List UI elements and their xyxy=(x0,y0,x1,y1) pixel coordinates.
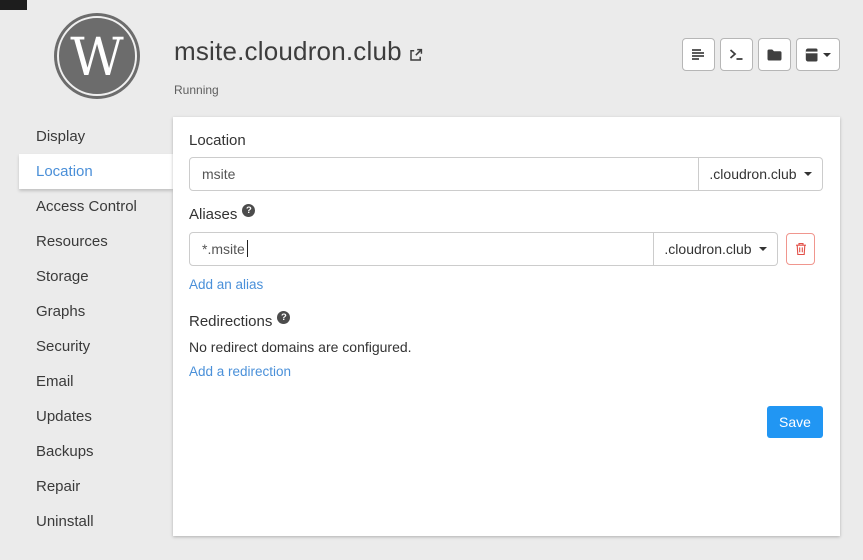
sidebar-item-label: Resources xyxy=(36,233,108,250)
trash-icon xyxy=(795,242,807,256)
redirections-label-text: Redirections xyxy=(189,313,272,330)
sidebar-item-repair[interactable]: Repair xyxy=(0,469,173,504)
location-domain-dropdown[interactable]: .cloudron.club xyxy=(699,157,823,191)
sidebar-item-display[interactable]: Display xyxy=(0,119,173,154)
sidebar-item-label: Backups xyxy=(36,443,94,460)
redirections-help-icon[interactable]: ? xyxy=(277,311,290,324)
sidebar-item-label: Storage xyxy=(36,268,89,285)
redirections-label: Redirections ? xyxy=(189,313,823,330)
alias-domain-value: .cloudron.club xyxy=(664,241,751,257)
terminal-icon xyxy=(729,48,744,61)
folder-icon xyxy=(767,49,782,61)
chevron-down-icon xyxy=(804,172,812,180)
sidebar-item-graphs[interactable]: Graphs xyxy=(0,294,173,329)
add-redirection-link[interactable]: Add a redirection xyxy=(189,364,291,379)
wordpress-icon: W xyxy=(53,12,141,100)
alias-input[interactable] xyxy=(189,232,654,266)
app-domain-title: msite.cloudron.club xyxy=(174,36,402,67)
sidebar-item-email[interactable]: Email xyxy=(0,364,173,399)
sidebar-item-backups[interactable]: Backups xyxy=(0,434,173,469)
alias-domain-dropdown[interactable]: .cloudron.club xyxy=(654,232,778,266)
sidebar-item-updates[interactable]: Updates xyxy=(0,399,173,434)
sidebar-item-resources[interactable]: Resources xyxy=(0,224,173,259)
aliases-label: Aliases ? xyxy=(189,206,823,223)
save-button[interactable]: Save xyxy=(767,406,823,438)
header-toolbar xyxy=(682,38,840,71)
file-manager-button[interactable] xyxy=(758,38,791,71)
save-row: Save xyxy=(189,406,823,438)
location-input-group: .cloudron.club xyxy=(189,157,823,191)
sidebar-item-label: Security xyxy=(36,338,90,355)
location-label-text: Location xyxy=(189,132,246,149)
alias-row: .cloudron.club xyxy=(189,232,823,266)
app-menu-button[interactable] xyxy=(796,38,840,71)
navbar-edge xyxy=(0,0,27,10)
logs-button[interactable] xyxy=(682,38,715,71)
sidebar-item-label: Access Control xyxy=(36,198,137,215)
aliases-help-icon[interactable]: ? xyxy=(242,204,255,217)
chevron-down-icon xyxy=(759,247,767,255)
sidebar-item-label: Email xyxy=(36,373,74,390)
aliases-label-text: Aliases xyxy=(189,206,237,223)
svg-text:W: W xyxy=(70,28,124,88)
location-domain-value: .cloudron.club xyxy=(709,166,796,182)
sidebar-item-label: Display xyxy=(36,128,85,145)
chevron-down-icon xyxy=(823,53,831,61)
location-label: Location xyxy=(189,132,823,149)
sidebar-item-label: Uninstall xyxy=(36,513,94,530)
sidebar-item-label: Repair xyxy=(36,478,80,495)
book-icon xyxy=(805,48,818,62)
sidebar-item-storage[interactable]: Storage xyxy=(0,259,173,294)
terminal-button[interactable] xyxy=(720,38,753,71)
sidebar-item-label: Updates xyxy=(36,408,92,425)
add-alias-link[interactable]: Add an alias xyxy=(189,277,263,292)
sidebar-item-uninstall[interactable]: Uninstall xyxy=(0,504,173,539)
sidebar-item-location[interactable]: Location xyxy=(19,154,173,189)
redirections-empty-text: No redirect domains are configured. xyxy=(189,339,823,355)
app-logo: W xyxy=(53,12,141,100)
status-badge: Running xyxy=(174,83,219,97)
logs-icon xyxy=(691,48,706,61)
location-input[interactable] xyxy=(189,157,699,191)
settings-sidebar: Display Location Access Control Resource… xyxy=(0,119,173,539)
external-link-icon[interactable] xyxy=(409,38,423,69)
text-cursor xyxy=(247,240,248,257)
sidebar-item-access-control[interactable]: Access Control xyxy=(0,189,173,224)
location-settings-panel: Location .cloudron.club Aliases ? .cl xyxy=(173,117,840,536)
sidebar-item-label: Location xyxy=(36,163,93,180)
app-configure-page: W msite.cloudron.club Running xyxy=(0,0,863,560)
sidebar-item-label: Graphs xyxy=(36,303,85,320)
page-title: msite.cloudron.club xyxy=(174,36,423,69)
delete-alias-button[interactable] xyxy=(786,233,815,265)
sidebar-item-security[interactable]: Security xyxy=(0,329,173,364)
